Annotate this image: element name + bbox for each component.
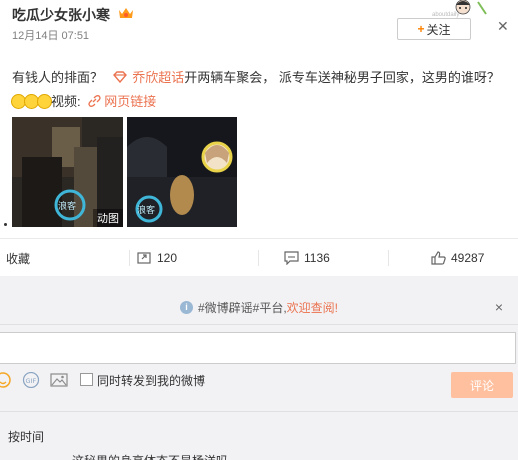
super-topic-icon: [112, 71, 127, 84]
follow-button-label: 关注: [426, 22, 451, 37]
sort-by-time-tab[interactable]: 按时间: [8, 428, 44, 445]
divider: [0, 411, 518, 412]
gif-badge: 动图: [93, 209, 123, 227]
close-icon[interactable]: ✕: [497, 18, 509, 35]
comment-input[interactable]: [0, 332, 516, 364]
repost-checkbox-label: 同时转发到我的微博: [97, 374, 206, 388]
gif-picker-icon[interactable]: GIF: [22, 372, 40, 388]
divider: [0, 324, 518, 325]
video-label: 视频:: [51, 94, 81, 109]
comment-section: i #微博辟谣#平台, 欢迎查阅! × GIF 同时转发到我的微博 评论 按时间 …: [0, 276, 518, 460]
notice-link[interactable]: 欢迎查阅!: [287, 299, 338, 316]
post-text-main: 开两辆车聚会， 派专车送神秘男子回家，这男的谁呀？: [184, 70, 500, 85]
media-thumbnail-2[interactable]: 浪客: [127, 117, 237, 227]
close-icon[interactable]: ×: [495, 299, 503, 315]
svg-text:浪客: 浪客: [137, 204, 155, 216]
smirk-emoji-icon: [37, 94, 52, 109]
notice-text: #微博辟谣#平台,: [197, 300, 287, 315]
vip-crown-icon: [119, 8, 133, 18]
like-button[interactable]: 49287: [431, 239, 484, 277]
info-icon: i: [179, 300, 193, 314]
comment-button[interactable]: 1136: [284, 239, 330, 277]
comment-preview-text: 这秘男的身高体态不是杨洋吗: [72, 452, 228, 460]
night-car-scene-image: 浪客: [127, 117, 237, 227]
repost-icon: [137, 252, 151, 264]
rumor-notice: i #微博辟谣#平台, 欢迎查阅! ×: [0, 294, 518, 320]
post-timestamp[interactable]: 12月14日 07:51: [12, 27, 89, 43]
follow-plus-icon: +: [417, 22, 425, 36]
action-divider: [129, 250, 130, 266]
thumbs-up-icon: [431, 251, 446, 265]
gif-picker-label: GIF: [26, 377, 37, 385]
action-divider: [388, 250, 389, 266]
action-divider: [258, 250, 259, 266]
link-icon: [88, 95, 101, 107]
post-action-bar: 收藏 120 1136 49287: [0, 238, 518, 276]
image-upload-icon[interactable]: [50, 373, 68, 387]
web-link[interactable]: 网页链接: [104, 94, 156, 109]
like-count: 49287: [451, 251, 485, 265]
post-content: 有钱人的排面？ 乔欣超话开两辆车聚会， 派专车送神秘男子回家，这男的谁呀？ 视频:…: [11, 66, 507, 114]
repost-count: 120: [157, 251, 178, 265]
comment-count: 1136: [304, 251, 330, 265]
media-thumbnail-1[interactable]: 浪客 动图: [12, 117, 123, 227]
emoji-picker-icon[interactable]: [0, 372, 11, 388]
post-username[interactable]: 吃瓜少女张小寒: [12, 5, 110, 25]
weibo-post-card: 吃瓜少女张小寒 12月14日 07:51 aboutdaily + 关注 ✕ 有…: [0, 0, 518, 238]
favorite-label: 收藏: [6, 251, 31, 266]
follow-button[interactable]: + 关注: [397, 18, 471, 40]
repost-checkbox[interactable]: [80, 373, 93, 386]
submit-comment-button[interactable]: 评论: [451, 372, 513, 398]
svg-text:浪客: 浪客: [58, 200, 76, 212]
comment-icon: [284, 251, 299, 265]
post-text-intro: 有钱人的排面？: [12, 70, 104, 85]
super-topic-link[interactable]: 乔欣超话: [132, 70, 184, 85]
cartoon-doodle-icon: aboutdaily: [432, 0, 487, 18]
repost-button[interactable]: 120: [137, 239, 177, 277]
list-bullet: [4, 223, 7, 226]
favorite-button[interactable]: 收藏: [6, 239, 30, 277]
